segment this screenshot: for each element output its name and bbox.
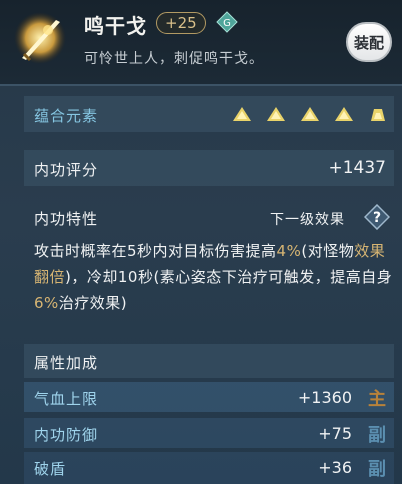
attribute-value: +36: [318, 458, 352, 477]
attributes-header-label: 属性加成: [34, 354, 99, 372]
item-name: 鸣干戈: [84, 14, 147, 38]
sword-item-icon: [14, 12, 66, 64]
main-attribute-tag: 主: [368, 389, 386, 410]
attribute-row: 气血上限 +1360 主: [24, 382, 394, 412]
trait-text-part: 攻击时概率在5秒内对目标伤害提高: [34, 242, 277, 260]
attribute-name: 内功防御: [34, 426, 99, 444]
trait-text-part: )，冷却10秒(素心姿态下治疗可触发，提高自身: [65, 268, 393, 286]
trait-section: 内功特性 下一级效果 ? 攻击时概率在5秒内对目标伤害提高4%(对怪物效果翻倍)…: [24, 200, 394, 332]
triangle-yellow-icon: [233, 107, 251, 121]
elements-row: 蕴合元素: [24, 96, 394, 132]
elements-icons: [232, 106, 388, 122]
next-level-label[interactable]: 下一级效果: [270, 209, 345, 229]
attributes-header: 属性加成: [24, 344, 394, 378]
attribute-row: 破盾 +36 副: [24, 452, 394, 484]
trait-text-part: 治疗效果): [58, 294, 128, 312]
sub-attribute-tag: 副: [368, 459, 386, 480]
header-divider: [0, 84, 402, 86]
attribute-row: 内功防御 +75 副: [24, 418, 394, 448]
item-header: 鸣干戈 +25 G 可怜世上人，刺促鸣干戈。 装配: [0, 0, 402, 84]
score-label: 内功评分: [34, 161, 99, 179]
sub-attribute-tag: 副: [368, 425, 386, 446]
question-diamond-icon[interactable]: ?: [364, 204, 390, 230]
attribute-name: 破盾: [34, 460, 67, 478]
elements-label: 蕴合元素: [34, 107, 99, 125]
equip-button-label: 装配: [353, 33, 384, 52]
triangle-yellow-icon: [301, 107, 319, 121]
half-triangle-yellow-icon: [371, 109, 385, 121]
trait-highlight-value: 4%: [276, 242, 302, 260]
svg-text:?: ?: [373, 210, 381, 226]
item-detail-panel: 鸣干戈 +25 G 可怜世上人，刺促鸣干戈。 装配 蕴合元素 内功评分 +143…: [0, 0, 402, 484]
attribute-value: +1360: [297, 388, 352, 407]
score-value: +1437: [328, 158, 386, 178]
flavor-text: 可怜世上人，刺促鸣干戈。: [84, 51, 264, 67]
equip-button[interactable]: 装配: [346, 22, 392, 62]
score-row: 内功评分 +1437: [24, 150, 394, 186]
trait-text-part: (对怪物: [301, 242, 355, 260]
level-badge: +25: [156, 12, 206, 34]
trait-highlight-value: 6%: [34, 294, 59, 312]
triangle-yellow-icon: [335, 107, 353, 121]
trait-description: 攻击时概率在5秒内对目标伤害提高4%(对怪物效果翻倍)，冷却10秒(素心姿态下治…: [34, 238, 394, 316]
attribute-name: 气血上限: [34, 390, 99, 408]
triangle-yellow-icon: [267, 107, 285, 121]
trait-title: 内功特性: [34, 210, 99, 228]
attribute-value: +75: [318, 424, 352, 443]
grade-badge-text: G: [223, 18, 231, 29]
grade-diamond-icon: G: [216, 11, 238, 33]
